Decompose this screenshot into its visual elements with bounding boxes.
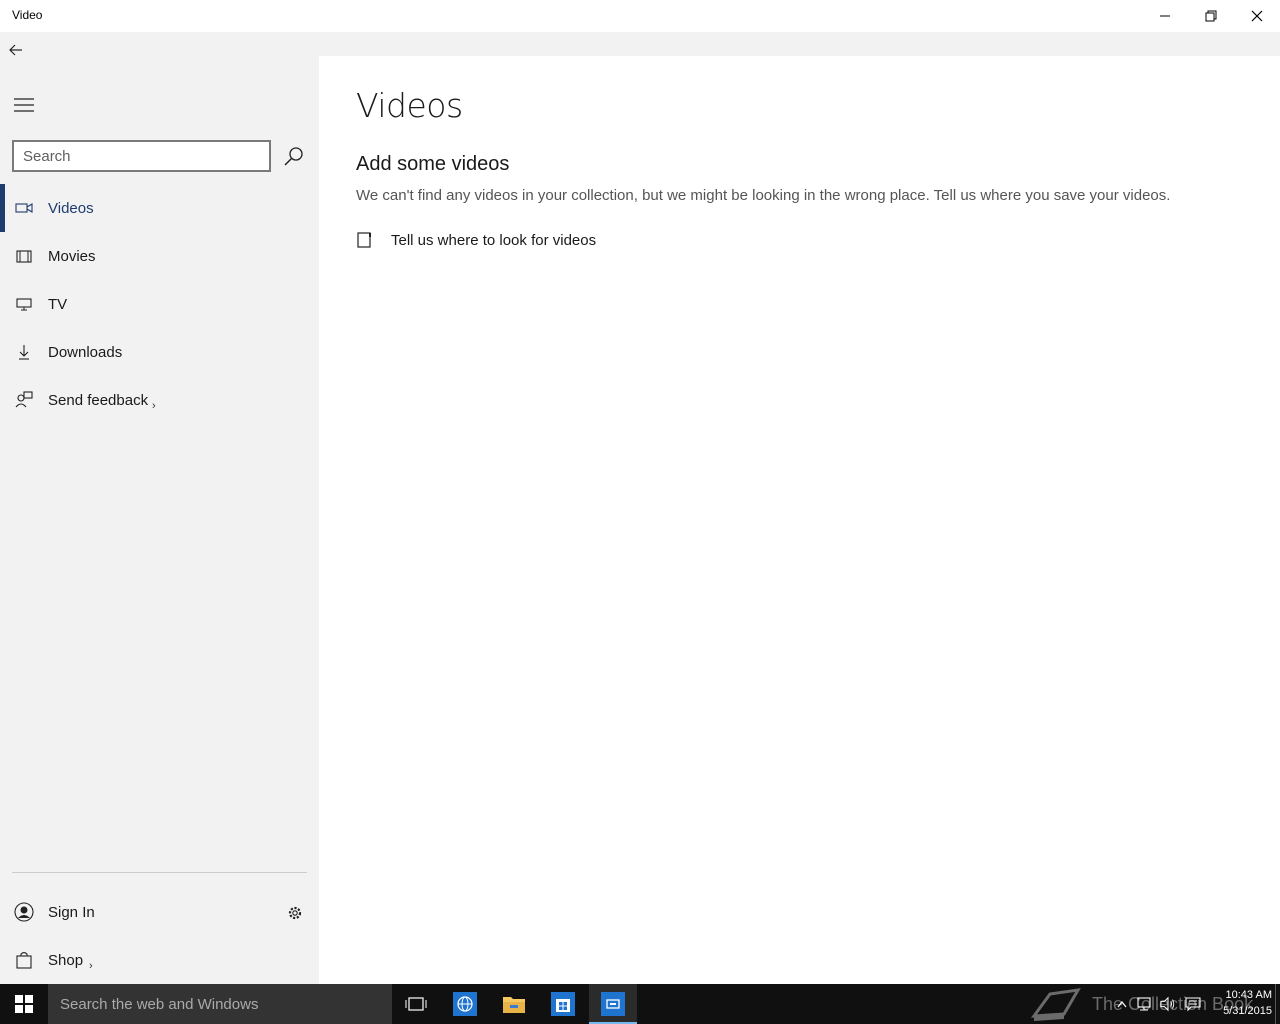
shop-button[interactable]: Shop › [0, 936, 319, 984]
page-title: Videos [356, 86, 463, 125]
sign-in-label: Sign In [48, 903, 95, 921]
sidebar-item-label: Videos [48, 199, 94, 217]
close-icon [1251, 10, 1263, 22]
taskbar-search-box[interactable]: Search the web and Windows [48, 984, 392, 1024]
shop-label: Shop [48, 951, 84, 969]
section-description: We can't find any videos in your collect… [356, 187, 1171, 204]
user-icon [14, 902, 34, 922]
clock[interactable]: 10:43 AM 5/31/2015 [1206, 987, 1272, 1019]
sidebar-item-videos[interactable]: Videos [0, 184, 319, 232]
start-button[interactable] [0, 984, 48, 1024]
taskbar: Search the web and Windows The Collectio… [0, 984, 1280, 1024]
sidebar-divider [12, 872, 307, 873]
chevron-up-icon [1117, 1001, 1127, 1008]
chevron-right-icon: › [152, 400, 156, 412]
sidebar-item-movies[interactable]: Movies [0, 232, 319, 280]
chevron-right-icon: › [89, 960, 93, 972]
book-icon [1030, 988, 1081, 1021]
taskbar-video-app-button[interactable] [589, 984, 637, 1024]
video-app-icon [601, 992, 625, 1016]
sidebar-item-label: Downloads [48, 343, 123, 361]
sidebar-item-label: Send feedback [48, 391, 149, 409]
sidebar-item-downloads[interactable]: Downloads [0, 328, 319, 376]
show-desktop-button[interactable] [1275, 984, 1276, 1024]
folder-icon [503, 997, 525, 1013]
network-button[interactable] [1136, 996, 1152, 1012]
hamburger-menu-button[interactable] [10, 94, 38, 116]
hamburger-icon [14, 98, 34, 112]
sidebar-item-send-feedback[interactable]: Send feedback › [0, 376, 319, 424]
search-icon [284, 147, 303, 166]
back-bar [0, 32, 1280, 56]
clock-time: 10:43 AM [1225, 989, 1272, 1001]
feedback-icon [14, 390, 34, 410]
search-button[interactable] [280, 142, 308, 170]
sidebar-item-tv[interactable]: TV [0, 280, 319, 328]
store-bag-icon [551, 992, 575, 1016]
volume-button[interactable] [1160, 996, 1176, 1012]
globe-icon [453, 992, 477, 1016]
minimize-button[interactable] [1142, 0, 1188, 32]
title-bar: Video [0, 0, 1280, 32]
nav-list: Videos Movies TV Downloads Send feedback [0, 184, 319, 424]
sign-in-button[interactable]: Sign In [0, 888, 319, 936]
windows-logo-icon [15, 995, 33, 1013]
minimize-icon [1160, 15, 1170, 17]
clock-date: 5/31/2015 [1223, 1005, 1272, 1017]
taskbar-store-button[interactable] [539, 984, 587, 1024]
task-view-icon [405, 997, 427, 1011]
action-center-button[interactable] [1185, 996, 1201, 1012]
gear-icon [288, 906, 302, 920]
folder-icon [357, 232, 371, 248]
main-content: Videos Add some videos We can't find any… [319, 56, 1280, 984]
section-heading: Add some videos [356, 153, 510, 175]
task-view-button[interactable] [392, 984, 440, 1024]
volume-icon [1160, 996, 1175, 1012]
shopping-bag-icon [14, 950, 34, 970]
sidebar: Videos Movies TV Downloads Send feedback [0, 56, 319, 984]
show-hidden-icons-button[interactable] [1114, 996, 1130, 1012]
window-title: Video [12, 8, 43, 22]
back-arrow-icon [9, 44, 22, 56]
network-icon [1137, 997, 1151, 1011]
download-icon [14, 342, 34, 362]
film-icon [14, 246, 34, 266]
choose-folders-label: Tell us where to look for videos [391, 231, 597, 249]
restore-button[interactable] [1188, 0, 1234, 32]
settings-button[interactable] [284, 902, 306, 924]
tv-icon [14, 294, 34, 314]
taskbar-browser-button[interactable] [441, 984, 489, 1024]
notification-icon [1185, 997, 1201, 1012]
sidebar-item-label: TV [48, 295, 68, 313]
search-input[interactable] [12, 140, 271, 172]
restore-icon [1205, 10, 1217, 22]
sidebar-item-label: Movies [48, 247, 96, 265]
video-camera-icon [14, 198, 34, 218]
taskbar-file-explorer-button[interactable] [490, 984, 538, 1024]
close-button[interactable] [1234, 0, 1280, 32]
choose-folders-link[interactable]: Tell us where to look for videos [356, 228, 596, 252]
